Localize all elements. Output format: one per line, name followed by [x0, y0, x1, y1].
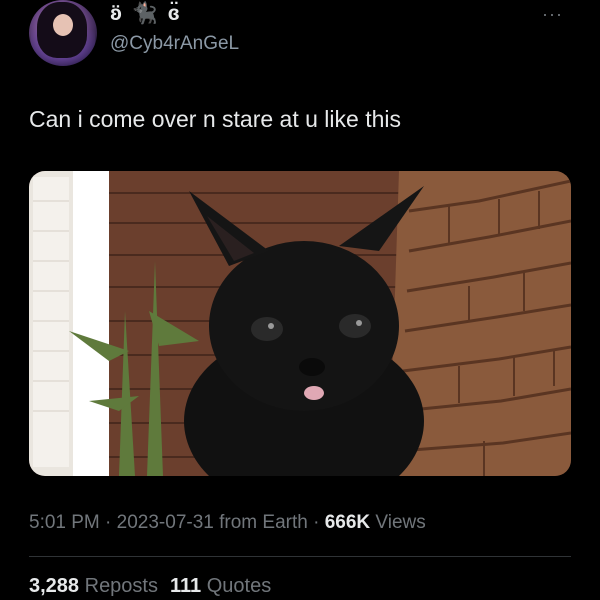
avatar-face [53, 14, 73, 36]
black-kitten-photo-icon [29, 171, 571, 476]
views-label: Views [370, 512, 426, 533]
quotes-label[interactable]: Quotes [201, 575, 272, 597]
quotes-count[interactable]: 111 [170, 575, 201, 597]
reposts-count[interactable]: 3,288 [29, 575, 79, 597]
meta-separator: · [307, 512, 325, 533]
tweet-card: ʚ̈ 🐈‍⬛ ɞ̈ @Cyb4rAnGeL ··· Can i come ove… [0, 0, 600, 600]
views-count[interactable]: 666K [325, 512, 370, 533]
meta-separator: · [99, 512, 117, 533]
author-handle[interactable]: @Cyb4rAnGeL [110, 33, 239, 55]
tweet-meta: 5:01 PM · 2023-07-31 from Earth · 666K V… [29, 512, 426, 534]
tweet-date[interactable]: 2023-07-31 [117, 512, 214, 533]
tweet-stats: 3,288 Reposts 111 Quotes [29, 575, 271, 598]
tweet-text: Can i come over n stare at u like this [29, 106, 401, 132]
author-display-name[interactable]: ʚ̈ 🐈‍⬛ ɞ̈ [110, 2, 182, 26]
reposts-label[interactable]: Reposts [79, 575, 158, 597]
avatar[interactable] [29, 0, 97, 66]
tweet-time[interactable]: 5:01 PM [29, 512, 100, 533]
more-options-icon[interactable]: ··· [542, 4, 563, 25]
tweet-source: from Earth [213, 512, 308, 533]
divider [29, 556, 571, 557]
tweet-media-image[interactable] [29, 171, 571, 476]
